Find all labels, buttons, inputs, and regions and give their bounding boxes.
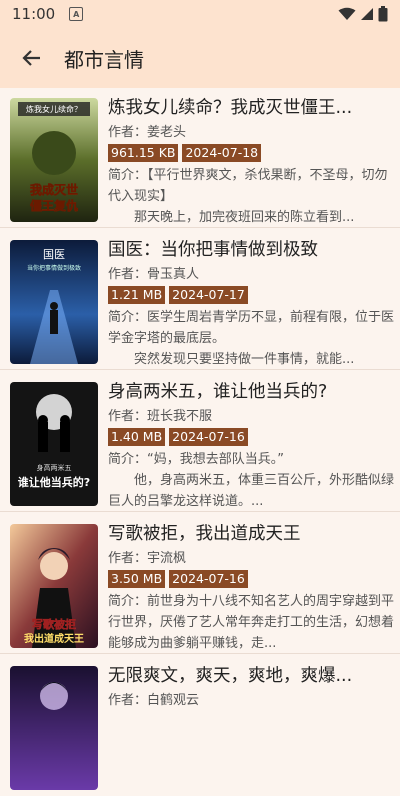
book-intro: 简介：【平行世界爽文，杀伐果断，不圣母，切勿代入现实】 那天晚上，加完夜班回来的…	[108, 168, 388, 225]
back-button[interactable]	[0, 28, 64, 88]
cover-top-text: 炼我女儿续命？	[26, 104, 82, 114]
size-badge: 1.40 MB	[108, 428, 166, 446]
book-cover: 国医 当你把事情做到极致	[10, 240, 98, 364]
size-badge: 961.15 KB	[108, 144, 179, 162]
svg-text:僵王复仇: 僵王复仇	[30, 198, 78, 213]
book-title: 无限爽文，爽天，爽地，爽爆...	[108, 666, 353, 686]
book-cover: 身高两米五 谁让他当兵的?	[10, 382, 98, 506]
book-item[interactable]: 无限爽文，爽天，爽地，爽爆... 作者：白鹤观云	[0, 656, 400, 796]
sim-icon: A	[69, 7, 84, 21]
size-badge: 1.21 MB	[108, 286, 166, 304]
status-time: 11:00	[12, 5, 56, 23]
date-badge: 2024-07-16	[169, 428, 248, 446]
cover-title-text: 国医	[43, 248, 65, 261]
arrow-left-icon	[22, 50, 40, 66]
cover-top-text: 当你把事情做到极致	[27, 264, 81, 272]
date-badge: 2024-07-18	[182, 144, 262, 162]
date-badge: 2024-07-16	[169, 570, 248, 588]
date-badge: 2024-07-17	[169, 286, 248, 304]
book-author: 作者：宇流枫	[108, 551, 187, 566]
book-author: 作者：骨玉真人	[108, 267, 200, 282]
book-cover	[10, 666, 98, 790]
book-intro: 简介：前世身为十八线不知名艺人的周宇穿越到平行世界，厌倦了艺人常年奔走打工的生活…	[108, 594, 394, 651]
book-item[interactable]: 炼我女儿续命？ 我成灭世 僵王复仇 炼我女儿续命？我成灭世僵王... 作者：姜老…	[0, 88, 400, 228]
book-author: 作者：白鹤观云	[108, 693, 200, 708]
size-badge: 3.50 MB	[108, 570, 166, 588]
book-title: 身高两米五，谁让他当兵的?	[108, 382, 328, 402]
book-intro: 简介：医学生周岩青学历不显，前程有限，位于医学金字塔的最底层。 突然发现只要坚持…	[108, 310, 394, 367]
book-title: 炼我女儿续命？我成灭世僵王...	[108, 98, 353, 118]
book-item[interactable]: 身高两米五 谁让他当兵的? 身高两米五，谁让他当兵的? 作者：班长我不服 1.4…	[0, 372, 400, 512]
book-title: 国医：当你把事情做到极致	[108, 240, 318, 260]
status-bar: 11:00 A	[0, 0, 400, 28]
cover-title-text: 谁让他当兵的?	[18, 475, 90, 489]
book-item[interactable]: 国医 当你把事情做到极致 国医：当你把事情做到极致 作者：骨玉真人 1.21 M…	[0, 230, 400, 370]
book-author: 作者：班长我不服	[108, 409, 213, 424]
book-cover: 炼我女儿续命？ 我成灭世 僵王复仇	[10, 98, 98, 222]
svg-text:我出道成天王: 我出道成天王	[24, 632, 84, 645]
book-author: 作者：姜老头	[108, 125, 187, 140]
book-item[interactable]: 写歌被拒 我出道成天王 写歌被拒，我出道成天王 作者：宇流枫 3.50 MB 2…	[0, 514, 400, 654]
svg-text:我成灭世: 我成灭世	[30, 182, 78, 197]
wifi-icon	[338, 7, 356, 20]
signal-icon	[361, 8, 373, 20]
app-bar: 都市言情	[0, 28, 400, 88]
book-cover: 写歌被拒 我出道成天王	[10, 524, 98, 648]
battery-icon	[378, 6, 388, 22]
page-title: 都市言情	[64, 47, 144, 72]
svg-text:写歌被拒: 写歌被拒	[32, 617, 76, 631]
cover-top-text: 身高两米五	[37, 463, 72, 472]
book-title: 写歌被拒，我出道成天王	[108, 524, 301, 544]
book-intro: 简介：“妈，我想去部队当兵。” 他，身高两米五，体重三百公斤，外形酷似绿巨人的吕…	[108, 452, 394, 509]
